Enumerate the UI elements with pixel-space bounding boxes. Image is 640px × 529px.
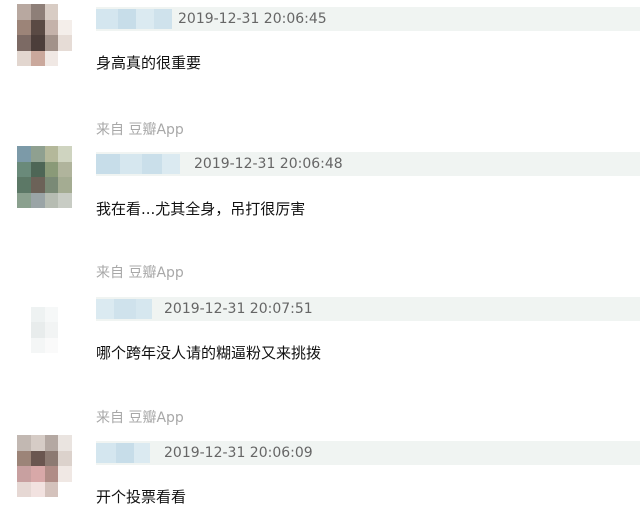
username-blurred[interactable]	[96, 299, 152, 319]
avatar-pixel	[58, 4, 72, 20]
comment-text: 我在看...尤其全身，吊打很厉害	[96, 200, 306, 218]
avatar-pixel	[17, 192, 31, 208]
avatar-pixel	[58, 50, 72, 66]
username-blurred[interactable]	[96, 443, 150, 463]
comment-header: 2019-12-31 20:06:48	[96, 152, 640, 176]
avatar-pixel	[17, 4, 31, 20]
avatar-pixel	[58, 481, 72, 497]
comment-item: 2019-12-31 20:06:09 开个投票看看	[0, 430, 640, 529]
avatar-pixel	[30, 146, 45, 162]
avatar-pixel	[44, 19, 59, 35]
avatar-pixel	[58, 466, 72, 482]
avatar-pixel	[30, 466, 45, 482]
source-label: 来自 豆瓣App	[96, 265, 184, 281]
comment-timestamp: 2019-12-31 20:06:48	[194, 156, 343, 172]
avatar-pixel	[17, 306, 31, 322]
avatar-pixel	[17, 481, 31, 497]
avatar-pixel	[58, 177, 72, 193]
comment-timestamp: 2019-12-31 20:06:45	[178, 11, 327, 27]
avatar-pixel	[30, 322, 45, 338]
avatar-pixel	[58, 291, 72, 307]
avatar-pixel	[30, 192, 45, 208]
avatar-pixel	[58, 322, 72, 338]
avatar-pixel	[17, 177, 31, 193]
avatar-pixel	[44, 435, 59, 451]
avatar-pixel	[17, 161, 31, 177]
avatar-pixel	[30, 35, 45, 51]
avatar-pixel	[17, 450, 31, 466]
avatar-pixel	[44, 192, 59, 208]
avatar-pixel	[44, 466, 59, 482]
avatar-pixel	[44, 322, 59, 338]
avatar-pixel	[17, 50, 31, 66]
avatar-pixel	[44, 291, 59, 307]
avatar-pixel	[44, 35, 59, 51]
avatar-pixel	[17, 19, 31, 35]
avatar-pixel	[58, 146, 72, 162]
avatar-pixel	[44, 177, 59, 193]
avatar-pixel	[30, 306, 45, 322]
avatar-pixel	[17, 435, 31, 451]
avatar-pixel	[30, 337, 45, 353]
avatar-pixel	[30, 291, 45, 307]
avatar-pixel	[30, 50, 45, 66]
avatar-pixel	[17, 146, 31, 162]
avatar-pixel	[30, 19, 45, 35]
avatar-pixel	[58, 19, 72, 35]
username-blurred[interactable]	[96, 154, 180, 174]
comment-header: 2019-12-31 20:06:45	[96, 7, 640, 31]
comment-text: 开个投票看看	[96, 488, 187, 506]
avatar-pixel	[17, 466, 31, 482]
source-label: 来自 豆瓣App	[96, 122, 184, 138]
avatar-pixel	[30, 161, 45, 177]
comment-item: 2019-12-31 20:06:45 身高真的很重要	[0, 0, 640, 120]
avatar[interactable]	[17, 146, 72, 208]
avatar-pixel	[30, 4, 45, 20]
avatar-pixel	[17, 322, 31, 338]
avatar-pixel	[44, 4, 59, 20]
comment-header: 2019-12-31 20:07:51	[96, 297, 640, 321]
avatar-pixel	[58, 337, 72, 353]
comment-timestamp: 2019-12-31 20:07:51	[164, 301, 313, 317]
avatar[interactable]	[17, 4, 72, 66]
source-label: 来自 豆瓣App	[96, 410, 184, 426]
avatar-pixel	[17, 337, 31, 353]
avatar-pixel	[17, 35, 31, 51]
avatar-pixel	[58, 450, 72, 466]
avatar-pixel	[44, 161, 59, 177]
comment-item: 2019-12-31 20:07:51 哪个跨年没人请的糊逼粉又来挑拨	[0, 285, 640, 395]
avatar-pixel	[58, 306, 72, 322]
comment-header: 2019-12-31 20:06:09	[96, 441, 640, 465]
username-blurred[interactable]	[96, 9, 172, 29]
avatar-pixel	[58, 192, 72, 208]
avatar-pixel	[44, 337, 59, 353]
avatar-pixel	[30, 177, 45, 193]
avatar-pixel	[44, 146, 59, 162]
comment-text: 哪个跨年没人请的糊逼粉又来挑拨	[96, 344, 322, 362]
avatar[interactable]	[17, 291, 72, 353]
avatar-pixel	[58, 435, 72, 451]
avatar-pixel	[30, 481, 45, 497]
avatar-pixel	[44, 50, 59, 66]
comment-timestamp: 2019-12-31 20:06:09	[164, 445, 313, 461]
avatar-pixel	[44, 450, 59, 466]
avatar-pixel	[44, 481, 59, 497]
avatar-pixel	[44, 306, 59, 322]
avatar-pixel	[17, 291, 31, 307]
comment-text: 身高真的很重要	[96, 54, 202, 72]
avatar[interactable]	[17, 435, 72, 497]
avatar-pixel	[30, 450, 45, 466]
avatar-pixel	[30, 435, 45, 451]
avatar-pixel	[58, 35, 72, 51]
comment-item: 2019-12-31 20:06:48 我在看...尤其全身，吊打很厉害	[0, 140, 640, 260]
avatar-pixel	[58, 161, 72, 177]
